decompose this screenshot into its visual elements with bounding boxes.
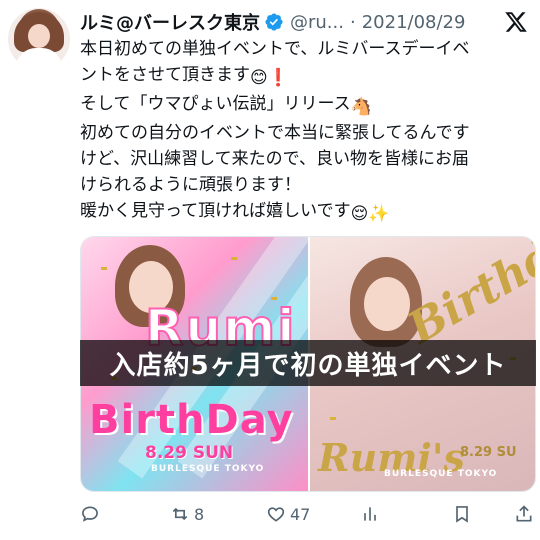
tweet-actions: 8 47: [80, 504, 536, 532]
media-left-subtitle: BirthDay: [89, 397, 294, 443]
avatar[interactable]: [8, 8, 70, 70]
like-count: 47: [290, 504, 311, 524]
retweet-icon: [172, 507, 188, 521]
confetti: [101, 267, 107, 270]
x-logo-icon[interactable]: [504, 10, 528, 34]
relieved-emoji-icon: 😌: [350, 204, 369, 224]
media-left-date: 8.29 SUN: [145, 443, 234, 463]
verified-badge-icon: [264, 12, 284, 32]
media-right-date: 8.29 SU: [460, 445, 517, 460]
smile-emoji-icon: 😊: [250, 68, 268, 88]
retweet-count: 8: [194, 504, 205, 524]
avatar-face: [28, 24, 50, 48]
reply-icon: [82, 506, 98, 522]
handle[interactable]: @ru...: [290, 12, 344, 33]
tweet-header: ルミ@バーレスク東京 @ru... · 2021/08/29: [80, 8, 465, 36]
horse-emoji-icon: 🐴: [350, 97, 372, 117]
exclamation-emoji-icon: ❗: [267, 68, 289, 88]
share-button[interactable]: [514, 504, 534, 524]
separator: ·: [349, 11, 356, 33]
heart-icon: [267, 507, 285, 522]
display-name[interactable]: ルミ@バーレスク東京: [80, 9, 260, 35]
confetti: [231, 257, 237, 260]
tweet-line-2: ントをさせて頂きます😊❗: [80, 62, 532, 91]
tweet-line-1: 本日初めての単独イベントで、ルミバースデーイベ: [80, 39, 470, 59]
share-icon: [516, 505, 532, 522]
bookmark-button[interactable]: [452, 504, 472, 524]
reply-button[interactable]: [80, 504, 104, 524]
views-button[interactable]: [360, 504, 384, 524]
tweet-body: 本日初めての単独イベントで、ルミバースデーイベ ントをさせて頂きます😊❗ そして…: [80, 36, 532, 227]
tweet-line-2-text: ントをさせて頂きます: [80, 65, 250, 85]
sparkles-emoji-icon: ✨: [368, 204, 390, 224]
tweet-line-7-text: 暖かく見守って頂ければ嬉しいです: [80, 201, 351, 221]
retweet-button[interactable]: 8: [170, 504, 204, 524]
tweet-line-4: 初めての自分のイベントで本当に緊張してるんです: [80, 123, 470, 143]
timestamp[interactable]: 2021/08/29: [362, 12, 466, 33]
confetti: [330, 417, 336, 420]
tweet-line-3-text: そして「ウマぴょい伝説」リリース: [80, 94, 351, 114]
photo-face: [364, 277, 410, 331]
media-left-venue: BURLESQUE TOKYO: [151, 464, 265, 474]
media-banner: 入店約5ヶ月で初の単独イベント: [80, 340, 536, 386]
like-button[interactable]: 47: [266, 504, 310, 524]
tweet-line-6: けられるように頑張ります！: [80, 175, 301, 195]
tweet-line-7: 暖かく見守って頂ければ嬉しいです😌✨: [80, 198, 532, 227]
analytics-icon: [364, 507, 376, 521]
tweet-line-3: そして「ウマぴょい伝説」リリース🐴: [80, 91, 532, 120]
tweet-line-5: けど、沢山練習して来たので、良い物を皆様にお届: [80, 149, 469, 169]
media-right-venue: BURLESQUE TOKYO: [384, 469, 498, 479]
bookmark-icon: [456, 506, 468, 523]
